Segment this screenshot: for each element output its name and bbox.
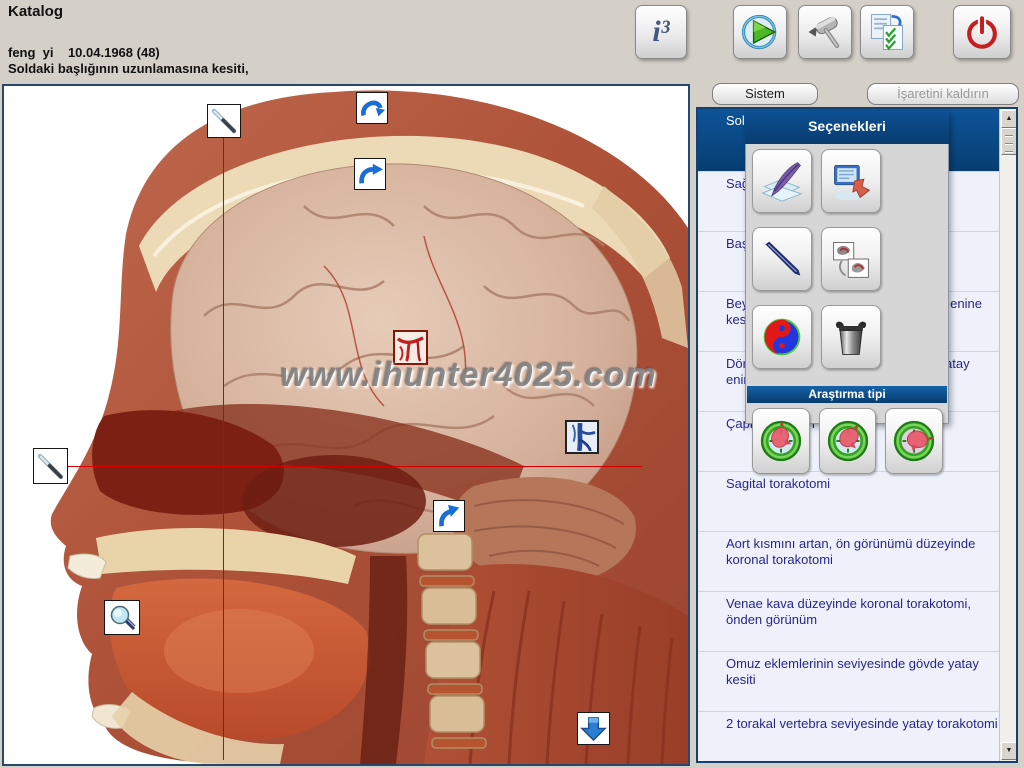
- scalpel-icon: [760, 237, 804, 281]
- start-research-button[interactable]: [733, 5, 787, 59]
- list-scrollbar[interactable]: ▲ ▼: [999, 109, 1016, 761]
- search-tools-button[interactable]: [798, 5, 852, 59]
- list-item[interactable]: Aort kısmını artan, ön görünümü düzeyind…: [698, 531, 1016, 591]
- computer-export-icon: [829, 159, 873, 203]
- notes-button[interactable]: [752, 149, 812, 213]
- options-popup-title: Seçenekleri: [745, 111, 949, 144]
- anatomy-viewport[interactable]: www.ihunter4025.com: [2, 84, 690, 766]
- scalpel-icon: [36, 452, 65, 481]
- container-button[interactable]: [821, 305, 881, 369]
- organ-dial-icon: [825, 418, 871, 464]
- magnifier-icon: [107, 603, 137, 633]
- info-icon: i³: [652, 15, 669, 49]
- compare-images-button[interactable]: [821, 227, 881, 291]
- rotate-over-button[interactable]: [356, 92, 388, 124]
- current-section-label: Soldaki başlığının uzunlamasına kesiti,: [8, 61, 249, 76]
- vein-icon: [568, 423, 596, 451]
- scroll-up-button[interactable]: ▲: [1001, 110, 1017, 128]
- metal-pot-icon: [829, 315, 873, 359]
- scroll-thumb[interactable]: [1001, 128, 1017, 155]
- options-popup: Seçenekleri: [745, 111, 949, 424]
- curve-up-arrow-icon: [436, 503, 462, 529]
- rotate-over-arrow-icon: [359, 95, 385, 121]
- report-button[interactable]: [860, 5, 914, 59]
- info-button[interactable]: i³: [635, 5, 687, 59]
- research-type-1-button[interactable]: [752, 408, 810, 474]
- quill-notes-icon: [760, 159, 804, 203]
- research-type-2-button[interactable]: [819, 408, 877, 474]
- page-title: Katalog: [8, 3, 63, 20]
- scalpel-horizontal-marker[interactable]: [33, 448, 68, 484]
- watermark: www.ihunter4025.com: [280, 356, 690, 395]
- play-icon: [738, 10, 782, 54]
- organ-dial-icon: [891, 418, 937, 464]
- list-item[interactable]: 2 torakal vertebra seviyesinde yatay tor…: [698, 711, 1016, 763]
- tab-system[interactable]: Sistem: [712, 83, 818, 105]
- crosshair-horizontal-line: [65, 466, 642, 467]
- scalpel-icon: [210, 107, 238, 135]
- scalpel-vertical-marker[interactable]: [207, 104, 241, 138]
- rotate-right-button[interactable]: [354, 158, 386, 190]
- tab-remove-mark[interactable]: İşaretini kaldırın: [867, 83, 1019, 105]
- research-type-header: Araştırma tipi: [747, 386, 947, 403]
- list-item[interactable]: Sagital torakotomi: [698, 471, 1016, 531]
- scroll-down-button[interactable]: ▼: [1001, 742, 1017, 760]
- report-icon: [865, 10, 909, 54]
- hammer-icon: [803, 10, 847, 54]
- list-item[interactable]: Omuz eklemlerinin seviyesinde gövde yata…: [698, 651, 1016, 711]
- organ-dial-icon: [758, 418, 804, 464]
- move-down-button[interactable]: [577, 712, 610, 745]
- yin-yang-icon: [760, 315, 804, 359]
- export-analysis-button[interactable]: [821, 149, 881, 213]
- list-item[interactable]: Venae kava düzeyinde koronal torakotomi,…: [698, 591, 1016, 651]
- vein-thumbnail[interactable]: [565, 420, 599, 454]
- compare-images-icon: [829, 237, 873, 281]
- options-popup-body: Araştırma tipi: [745, 144, 949, 424]
- crosshair-vertical-line: [223, 136, 224, 760]
- rotate-right-arrow-icon: [357, 161, 383, 187]
- compare-balance-button[interactable]: [752, 305, 812, 369]
- scalpel-tool-button[interactable]: [752, 227, 812, 291]
- exit-button[interactable]: [953, 5, 1011, 59]
- curve-up-button[interactable]: [433, 500, 465, 532]
- down-arrow-icon: [580, 715, 607, 742]
- power-icon: [960, 10, 1004, 54]
- catalog-window: { "header": { "title": "Katalog", "patie…: [0, 0, 1024, 768]
- research-type-3-button[interactable]: [885, 408, 943, 474]
- patient-info: feng yi 10.04.1968 (48): [8, 45, 160, 60]
- magnifier-button[interactable]: [104, 600, 140, 635]
